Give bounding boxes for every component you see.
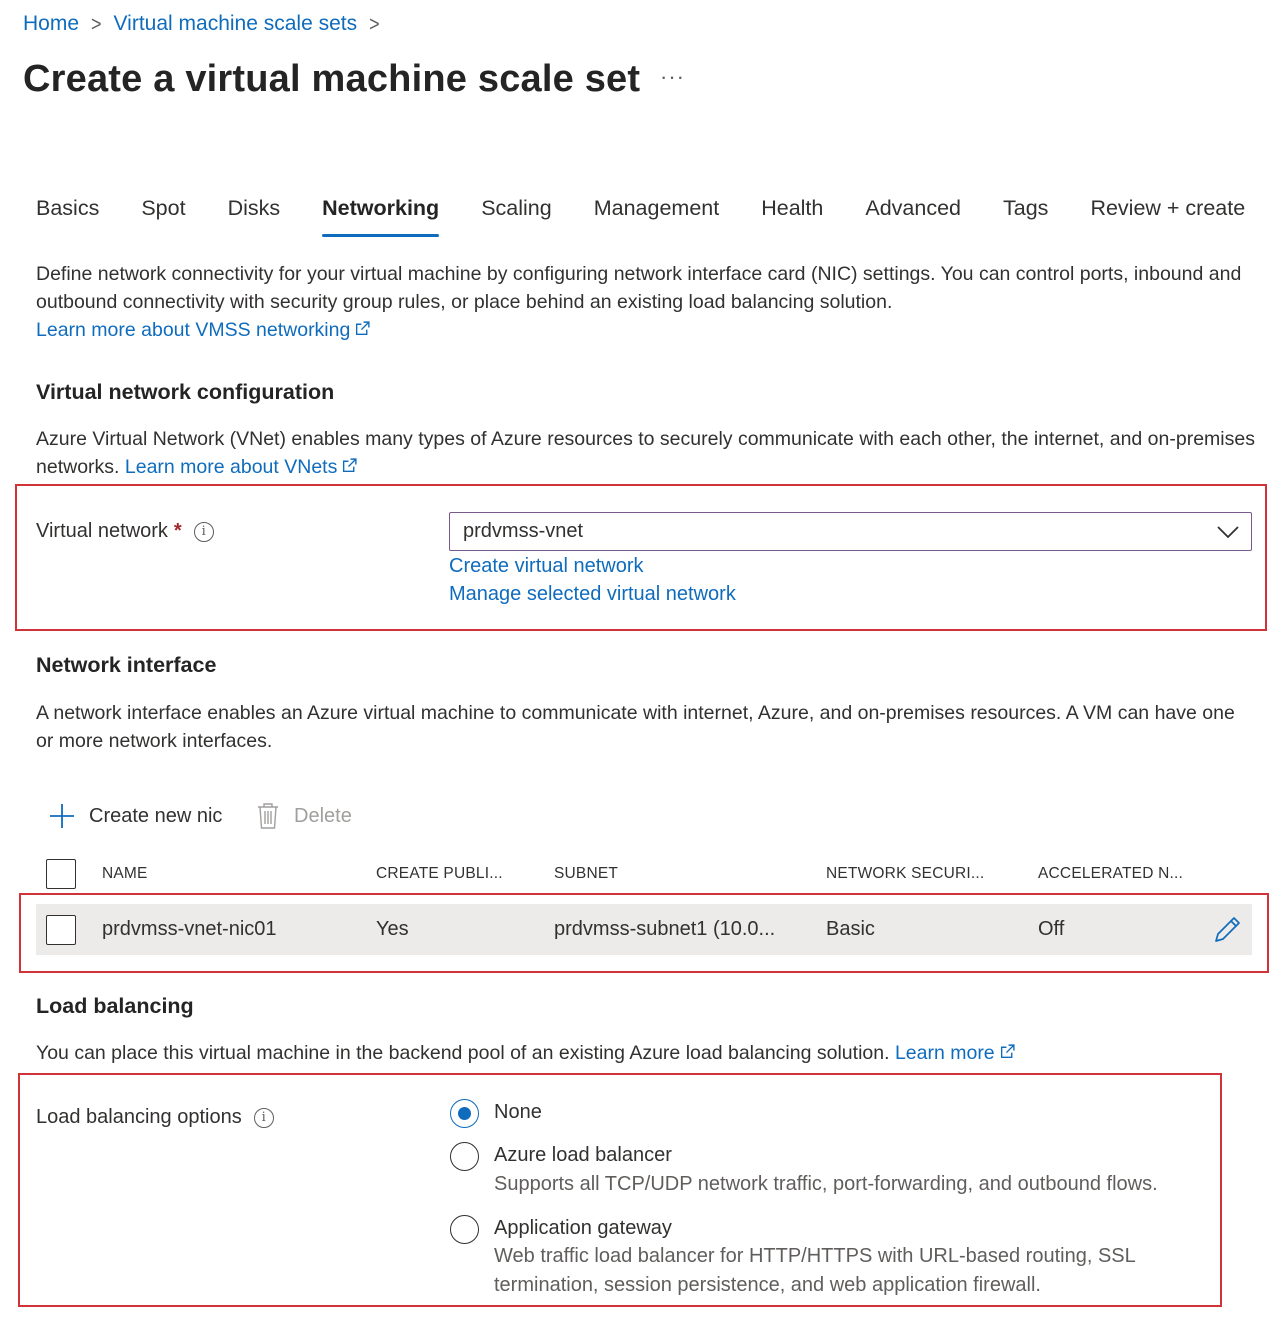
- radio-option-azure-load-balancer[interactable]: Azure load balancer Supports all TCP/UDP…: [450, 1142, 1158, 1199]
- more-options-button[interactable]: ···: [660, 64, 685, 90]
- accelerated-networking-cell: Off: [1038, 918, 1065, 940]
- tab-tags[interactable]: Tags: [1003, 196, 1048, 237]
- tab-spot[interactable]: Spot: [141, 196, 185, 237]
- tab-advanced[interactable]: Advanced: [865, 196, 961, 237]
- external-link-icon: [343, 458, 357, 473]
- breadcrumb-vmss-link[interactable]: Virtual machine scale sets: [114, 12, 358, 36]
- edit-pencil-icon[interactable]: [1214, 915, 1242, 945]
- vnet-description: Azure Virtual Network (VNet) enables man…: [36, 428, 1255, 478]
- delete-nic-button[interactable]: Delete: [256, 802, 352, 830]
- column-header-subnet[interactable]: SUBNET: [554, 865, 618, 883]
- external-link-icon: [356, 321, 370, 336]
- load-balancing-options-label: Load balancing options i: [36, 1106, 274, 1129]
- radio-option-none[interactable]: None: [450, 1099, 542, 1128]
- radio-azure-load-balancer[interactable]: [450, 1142, 479, 1171]
- chevron-right-icon: >: [91, 11, 102, 36]
- nic-description: A network interface enables an Azure vir…: [36, 702, 1235, 752]
- azure-load-balancer-description: Supports all TCP/UDP network traffic, po…: [494, 1173, 1158, 1195]
- select-all-checkbox[interactable]: [46, 859, 76, 889]
- breadcrumb-home-link[interactable]: Home: [23, 12, 79, 36]
- intro-text: Define network connectivity for your vir…: [36, 263, 1242, 313]
- networking-description: Define network connectivity for your vir…: [36, 260, 1266, 344]
- learn-more-vmss-link[interactable]: Learn more about VMSS networking: [36, 319, 371, 341]
- lb-description: You can place this virtual machine in th…: [36, 1039, 1266, 1067]
- tab-basics[interactable]: Basics: [36, 196, 99, 237]
- learn-more-vnets-link[interactable]: Learn more about VNets: [125, 456, 358, 478]
- radio-none[interactable]: [450, 1099, 479, 1128]
- plus-icon: [50, 804, 74, 828]
- page-title: Create a virtual machine scale set: [23, 58, 641, 100]
- subnet-cell: prdvmss-subnet1 (10.0...: [554, 918, 776, 940]
- external-link-icon: [1000, 1044, 1015, 1059]
- radio-application-gateway[interactable]: [450, 1215, 479, 1244]
- application-gateway-description: Web traffic load balancer for HTTP/HTTPS…: [494, 1245, 1136, 1296]
- tab-review-create[interactable]: Review + create: [1090, 196, 1245, 237]
- radio-option-application-gateway[interactable]: Application gateway Web traffic load bal…: [450, 1215, 1214, 1300]
- create-virtual-network-link[interactable]: Create virtual network: [449, 555, 644, 578]
- required-marker: *: [173, 520, 182, 542]
- column-header-create-public-ip[interactable]: CREATE PUBLI...: [376, 865, 503, 883]
- nic-name-cell: prdvmss-vnet-nic01: [102, 918, 277, 940]
- manage-virtual-network-link[interactable]: Manage selected virtual network: [449, 583, 736, 606]
- column-header-network-security[interactable]: NETWORK SECURI...: [826, 865, 984, 883]
- tab-health[interactable]: Health: [761, 196, 823, 237]
- column-header-name[interactable]: NAME: [102, 865, 148, 883]
- learn-more-lb-link[interactable]: Learn more: [895, 1042, 1016, 1064]
- network-security-cell: Basic: [826, 918, 875, 940]
- lb-section-title: Load balancing: [36, 994, 194, 1018]
- tab-disks[interactable]: Disks: [228, 196, 281, 237]
- tab-scaling[interactable]: Scaling: [481, 196, 552, 237]
- nic-section-title: Network interface: [36, 653, 217, 677]
- virtual-network-selected: prdvmss-vnet: [463, 520, 584, 542]
- info-icon[interactable]: i: [193, 521, 214, 542]
- column-header-accelerated-networking[interactable]: ACCELERATED N...: [1038, 865, 1183, 883]
- breadcrumb: Home > Virtual machine scale sets >: [23, 11, 392, 36]
- row-checkbox[interactable]: [46, 915, 76, 945]
- virtual-network-dropdown[interactable]: prdvmss-vnet: [449, 512, 1252, 551]
- chevron-right-icon: >: [369, 11, 380, 36]
- chevron-down-icon: [1217, 525, 1239, 538]
- trash-icon: [258, 803, 278, 829]
- tab-networking[interactable]: Networking: [322, 196, 440, 237]
- create-public-ip-cell: Yes: [376, 918, 409, 940]
- table-row[interactable]: prdvmss-vnet-nic01 Yes prdvmss-subnet1 (…: [36, 904, 1252, 955]
- virtual-network-label: Virtual network * i: [36, 520, 214, 543]
- info-icon[interactable]: i: [253, 1107, 274, 1128]
- create-new-nic-button[interactable]: Create new nic: [48, 802, 222, 830]
- tab-bar: Basics Spot Disks Networking Scaling Man…: [36, 196, 1245, 237]
- tab-management[interactable]: Management: [594, 196, 720, 237]
- vnet-section-title: Virtual network configuration: [36, 380, 335, 404]
